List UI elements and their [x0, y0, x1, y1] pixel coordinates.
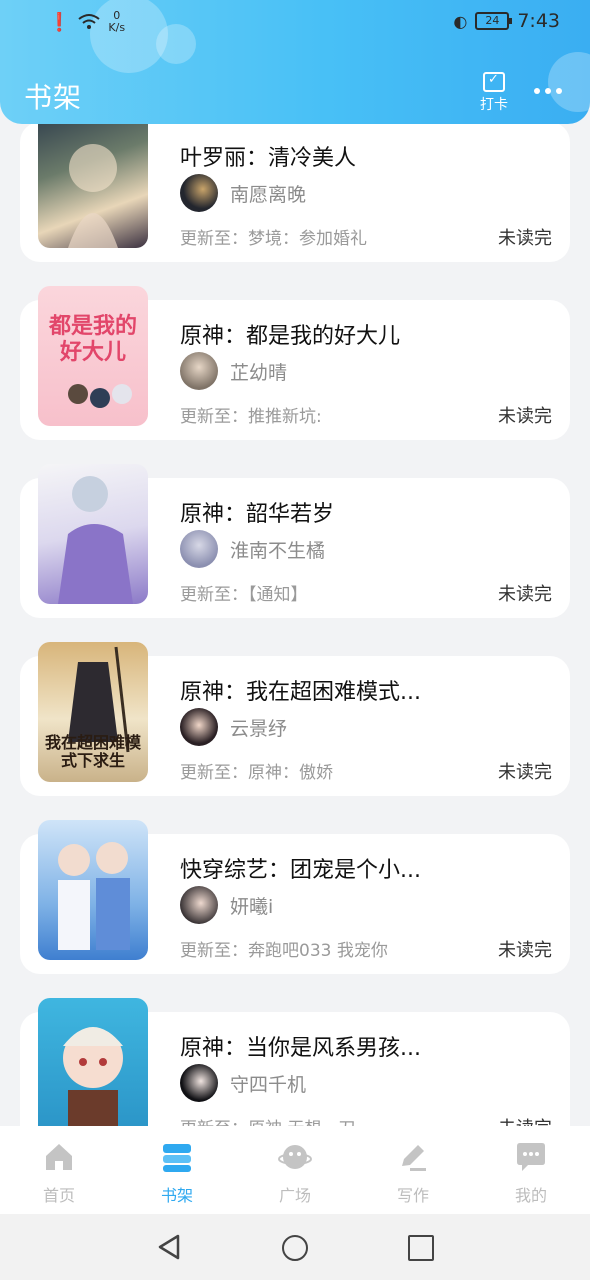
bottom-tab-bar: 首页 书架 广场 写作 我的	[0, 1126, 590, 1214]
book-card[interactable]: 快穿综艺：团宠是个小... 妍曦i 更新至：奔跑吧033 我宠你 未读完	[20, 820, 570, 974]
recents-icon[interactable]	[408, 1235, 434, 1261]
more-menu-button[interactable]	[534, 88, 562, 94]
update-text: 更新至：原神 无想一刀	[180, 1114, 355, 1126]
author-row: 芷幼晴	[180, 352, 287, 390]
author-name: 南愿离晚	[230, 183, 307, 206]
author-row: 淮南不生橘	[180, 530, 325, 568]
author-row: 妍曦i	[180, 886, 273, 924]
author-avatar	[180, 708, 218, 746]
read-status: 未读完	[498, 584, 552, 605]
author-avatar	[180, 530, 218, 568]
tab-label: 书架	[160, 1186, 193, 1205]
read-status: 未读完	[498, 406, 552, 427]
tab-label: 首页	[42, 1186, 75, 1205]
author-avatar	[180, 174, 218, 212]
home-icon	[46, 1144, 72, 1170]
book-title: 叶罗丽：清冷美人	[180, 146, 357, 171]
tab-label: 我的	[514, 1186, 547, 1205]
author-name: 妍曦i	[230, 895, 274, 918]
status-bar: ❗ 0 K/s ◐ 24 7:43	[0, 0, 590, 46]
vibrate-icon: ◐	[453, 11, 468, 31]
bookshelf-list[interactable]: 叶罗丽：清冷美人 南愿离晚 更新至：梦境：参加婚礼 未读完 都是我的好大儿 原神…	[0, 124, 590, 1126]
book-title: 原神：都是我的好大儿	[180, 324, 401, 349]
author-avatar	[180, 1064, 218, 1102]
more-dot	[556, 88, 562, 94]
battery-icon: 24	[475, 12, 513, 30]
book-cover[interactable]: 我在超困难模式下求生	[38, 642, 148, 782]
book-cover[interactable]	[38, 998, 148, 1126]
book-cover[interactable]	[38, 464, 148, 604]
read-status: 未读完	[498, 940, 552, 961]
decorative-bubble	[548, 52, 590, 112]
clock: 7:43	[517, 10, 560, 32]
tab-bookshelf[interactable]: 书架	[118, 1126, 236, 1214]
tab-label: 广场	[278, 1186, 311, 1205]
cover-title-text: 我在超困难模式下求生	[44, 733, 141, 770]
book-cover[interactable]	[38, 124, 148, 248]
tab-label: 写作	[396, 1186, 429, 1205]
bookshelf-icon	[163, 1144, 191, 1172]
home-nav-icon[interactable]	[282, 1235, 308, 1261]
checkin-button[interactable]: 打卡	[474, 72, 514, 114]
author-name: 淮南不生橘	[230, 539, 326, 562]
planet-icon	[278, 1145, 312, 1169]
network-speed: 0 K/s	[108, 9, 126, 34]
calendar-check-icon	[483, 72, 505, 92]
author-avatar	[180, 352, 218, 390]
update-text: 更新至：梦境：参加婚礼	[180, 229, 367, 249]
read-status: 未读完	[498, 1114, 552, 1126]
book-title: 快穿综艺：团宠是个小...	[180, 858, 421, 883]
more-dot	[534, 88, 540, 94]
author-row: 守四千机	[180, 1064, 306, 1102]
book-card[interactable]: 都是我的好大儿 原神：都是我的好大儿 芷幼晴 更新至：推推新坑: 未读完	[20, 286, 570, 440]
book-cover[interactable]: 都是我的好大儿	[38, 286, 148, 426]
author-name: 芷幼晴	[230, 361, 288, 384]
update-text: 更新至：推推新坑:	[180, 407, 322, 427]
book-card[interactable]: 原神：当你是风系男孩... 守四千机 更新至：原神 无想一刀 未读完	[20, 998, 570, 1126]
back-icon[interactable]	[156, 1234, 182, 1260]
pen-icon	[402, 1145, 426, 1171]
book-title: 原神：我在超困难模式...	[180, 680, 421, 705]
tab-square[interactable]: 广场	[236, 1126, 354, 1214]
system-nav-bar	[0, 1214, 590, 1280]
chat-bubble-icon	[517, 1143, 545, 1171]
update-text: 更新至：【通知】	[180, 585, 308, 605]
alert-icon: ❗	[48, 11, 71, 33]
read-status: 未读完	[498, 228, 552, 249]
author-avatar	[180, 886, 218, 924]
author-row: 云景纾	[180, 708, 287, 746]
book-title: 原神：当你是风系男孩...	[180, 1036, 421, 1061]
update-text: 更新至：奔跑吧033 我宠你	[180, 941, 388, 961]
tab-me[interactable]: 我的	[472, 1126, 590, 1214]
update-text: 更新至：原神：傲娇	[180, 763, 333, 783]
book-card[interactable]: 原神：韶华若岁 淮南不生橘 更新至：【通知】 未读完	[20, 464, 570, 618]
page-title: 书架	[24, 81, 83, 114]
read-status: 未读完	[498, 762, 552, 783]
tab-write[interactable]: 写作	[354, 1126, 472, 1214]
book-cover[interactable]	[38, 820, 148, 960]
book-card[interactable]: 叶罗丽：清冷美人 南愿离晚 更新至：梦境：参加婚礼 未读完	[20, 124, 570, 262]
author-row: 南愿离晚	[180, 174, 306, 212]
wifi-icon	[78, 14, 101, 29]
book-title: 原神：韶华若岁	[180, 502, 335, 527]
author-name: 守四千机	[230, 1073, 307, 1096]
more-dot	[545, 88, 551, 94]
checkin-label: 打卡	[480, 97, 508, 113]
tab-home[interactable]: 首页	[0, 1126, 118, 1214]
app-header: ❗ 0 K/s ◐ 24 7:43 书架 打卡	[0, 0, 590, 124]
author-name: 云景纾	[230, 717, 288, 740]
book-card[interactable]: 我在超困难模式下求生 原神：我在超困难模式... 云景纾 更新至：原神：傲娇 未…	[20, 642, 570, 796]
